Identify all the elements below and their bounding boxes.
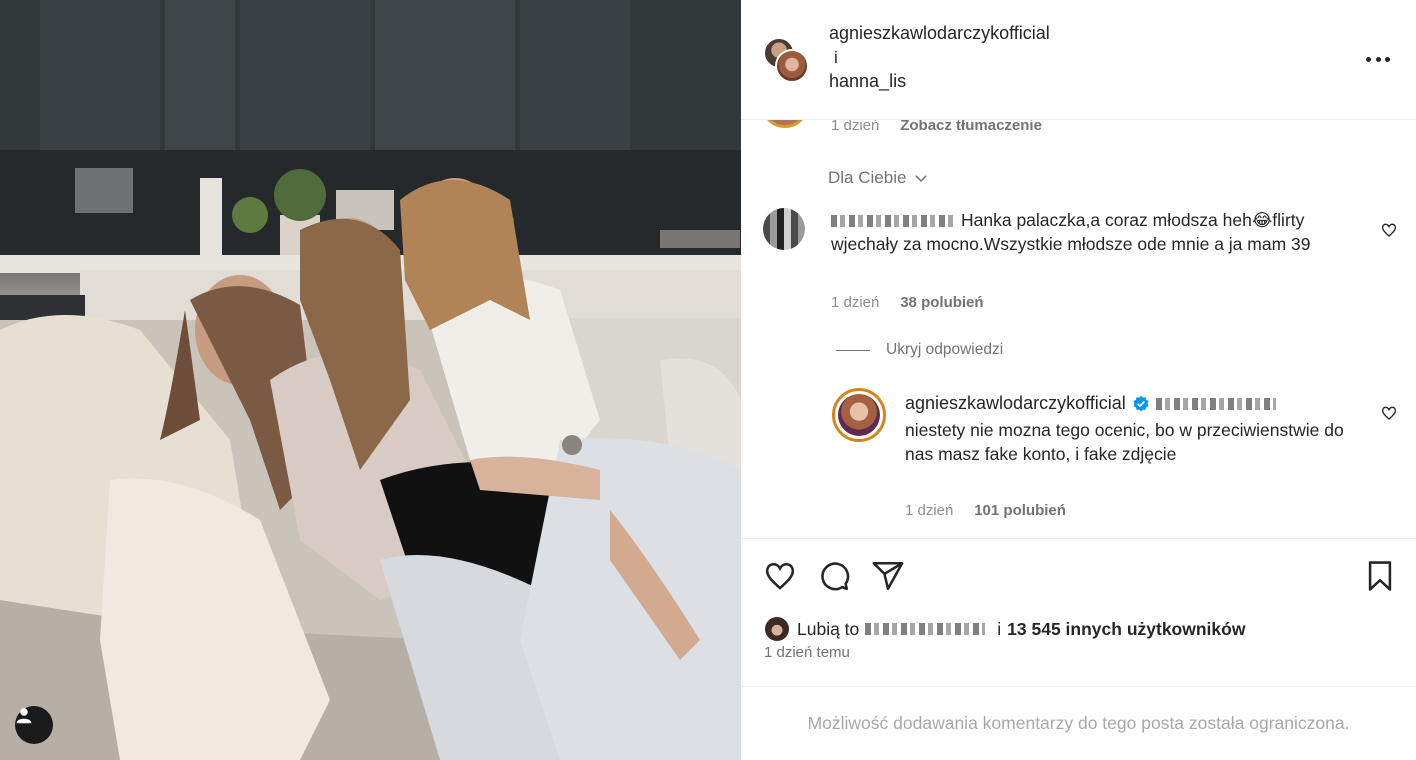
comment-icon[interactable] — [817, 559, 851, 593]
liker-username-redacted[interactable] — [865, 623, 986, 635]
post-photo[interactable] — [0, 0, 741, 760]
collab-avatars[interactable] — [763, 37, 811, 85]
reply-text: niestety nie mozna tego ocenic, bo w prz… — [905, 420, 1344, 464]
divider-line — [836, 349, 870, 351]
comment-like-icon[interactable] — [1381, 222, 1397, 238]
avatar[interactable] — [832, 388, 886, 442]
avatar — [775, 49, 809, 83]
post-header: agnieszkawlodarczykofficial i hanna_lis — [741, 0, 1416, 120]
filter-label: Dla Ciebie — [828, 168, 907, 187]
comment-body: Hanka palaczka,a coraz młodsza heh😂flirt… — [831, 208, 1366, 256]
comment-likes-count[interactable]: 38 polubień — [900, 294, 983, 311]
photo-illustration — [0, 0, 741, 760]
collab-conjunction: i — [834, 48, 838, 67]
author-username-2[interactable]: hanna_lis — [829, 71, 906, 92]
heart-icon[interactable] — [763, 559, 797, 593]
post-actions: Lubią to i 13 545 innych użytkowników 1 … — [741, 538, 1416, 686]
comments-restricted-notice: Możliwość dodawania komentarzy do tego p… — [741, 686, 1416, 760]
commenter-username-redacted[interactable] — [831, 215, 955, 228]
reply-username[interactable]: agnieszkawlodarczykofficial — [905, 393, 1126, 414]
likes-connector: i — [997, 618, 1002, 639]
post-sidebar: 1 dzień Zobacz tłumaczenie Dla Ciebie Ha… — [741, 0, 1416, 760]
user-tag-button[interactable] — [15, 706, 53, 744]
comment-time: 1 dzień — [831, 294, 880, 311]
likes-prefix: Lubią to — [797, 618, 860, 639]
hide-replies-button[interactable]: Ukryj odpowiedzi — [836, 341, 1003, 359]
hide-replies-label: Ukryj odpowiedzi — [886, 341, 1004, 358]
comments-list[interactable]: 1 dzień Zobacz tłumaczenie Dla Ciebie Ha… — [741, 100, 1416, 538]
author-username-1[interactable]: agnieszkawlodarczykofficial — [829, 23, 1050, 44]
reply-meta: 1 dzień 101 polubień — [905, 502, 1066, 519]
more-options-icon[interactable] — [1366, 50, 1390, 68]
reply-like-icon[interactable] — [1381, 405, 1397, 421]
reply-time: 1 dzień — [905, 502, 954, 519]
likes-summary: Lubią to i 13 545 innych użytkowników — [763, 615, 1245, 643]
mentioned-username-redacted[interactable] — [1155, 397, 1276, 410]
post-timestamp[interactable]: 1 dzień temu — [764, 644, 850, 661]
verified-badge-icon — [1133, 395, 1149, 411]
comment-meta: 1 dzień 38 polubień — [831, 294, 984, 311]
chevron-down-icon — [915, 175, 928, 183]
avatar[interactable] — [763, 615, 791, 643]
bookmark-icon[interactable] — [1363, 559, 1397, 593]
user-tag-icon — [16, 708, 32, 724]
reply-author: agnieszkawlodarczykofficial — [905, 393, 1282, 414]
paper-plane-icon[interactable] — [871, 559, 905, 593]
avatar[interactable] — [763, 208, 805, 250]
likes-count[interactable]: 13 545 innych użytkowników — [1007, 619, 1245, 640]
comment-filter-dropdown[interactable]: Dla Ciebie — [828, 168, 930, 188]
reply-likes-count[interactable]: 101 polubień — [974, 502, 1066, 519]
